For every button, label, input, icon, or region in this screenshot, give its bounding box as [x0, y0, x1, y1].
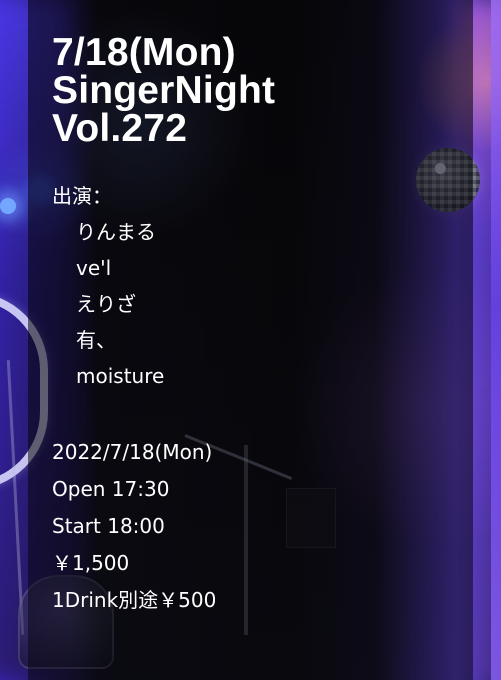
performer-name: moisture — [76, 364, 165, 388]
performer-name: ve'l — [76, 256, 112, 280]
event-title-line: SingerNight — [52, 69, 276, 112]
drink-fee: 1Drink別途￥500 — [52, 588, 217, 612]
event-title: 7/18(Mon) SingerNight Vol.272 — [52, 31, 452, 150]
event-start-time: Start 18:00 — [52, 514, 165, 538]
stage-light — [0, 198, 16, 214]
performers-label: 出演： — [52, 184, 112, 208]
performer-name: りんまる — [76, 220, 156, 244]
ticket-price: ￥1,500 — [52, 551, 130, 575]
event-title-line: Vol.272 — [52, 107, 188, 150]
poster-content: 7/18(Mon) SingerNight Vol.272 出演： りんまる v… — [52, 31, 452, 619]
right-purple-edge — [491, 0, 501, 680]
performer-name: えりざ — [76, 292, 136, 316]
performer-name: 有、 — [76, 328, 116, 352]
performers-section: 出演： りんまる ve'l えりざ 有、 moisture — [52, 178, 452, 394]
event-details: 2022/7/18(Mon) Open 17:30 Start 18:00 ￥1… — [52, 434, 452, 619]
event-open-time: Open 17:30 — [52, 477, 170, 501]
event-poster: 7/18(Mon) SingerNight Vol.272 出演： りんまる v… — [0, 0, 501, 680]
event-date: 2022/7/18(Mon) — [52, 440, 213, 464]
event-title-line: 7/18(Mon) — [52, 31, 236, 74]
